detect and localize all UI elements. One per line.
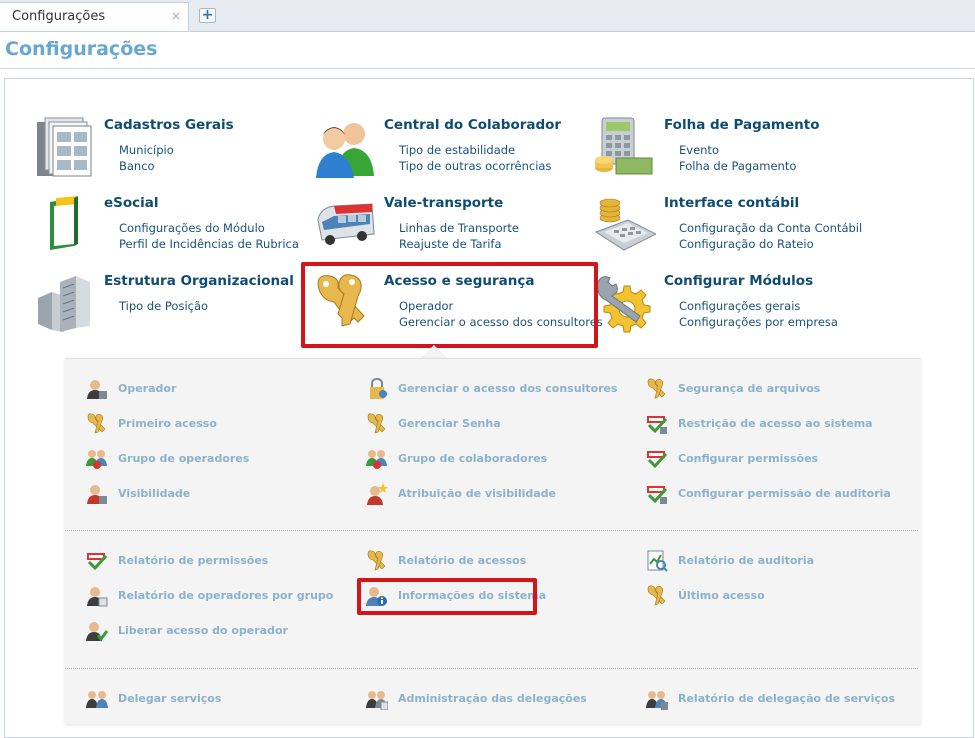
tab-configuracoes[interactable]: Configurações ×	[0, 2, 189, 31]
highlight-box-acesso	[301, 262, 598, 348]
tile-central-colaborador: Central do Colaborador Tipo de estabilid…	[314, 116, 594, 186]
tile-title[interactable]: Cadastros Gerais	[104, 117, 234, 133]
tile-link-linhas[interactable]: Linhas de Transporte	[399, 221, 519, 235]
user-star-icon	[367, 483, 388, 505]
delegate-admin-icon	[366, 691, 388, 710]
tile-title[interactable]: eSocial	[104, 195, 159, 211]
keys-icon	[87, 413, 106, 434]
tile-link-folha[interactable]: Folha de Pagamento	[679, 159, 796, 173]
keys-icon	[647, 378, 666, 399]
tile-title[interactable]: Interface contábil	[664, 195, 799, 211]
sub-item-label: Relatório de acessos	[398, 554, 527, 567]
sub-item-label: Relatório de delegação de serviços	[678, 692, 896, 705]
accounting-calculator-icon	[594, 198, 656, 251]
operator-icon	[87, 587, 108, 607]
tile-link-rateio[interactable]: Configuração do Rateio	[679, 237, 814, 251]
checklist-icon	[87, 553, 108, 571]
sub-item-label: Relatório de auditoria	[678, 554, 815, 567]
tile-link-config-empresa[interactable]: Configurações por empresa	[679, 315, 838, 329]
tile-link-perfil-incidencias[interactable]: Perfil de Incidências de Rubrica	[119, 237, 299, 251]
sub-item-label: Segurança de arquivos	[678, 382, 821, 395]
checklist-icon	[647, 416, 668, 434]
tile-cadastros-gerais: Cadastros Gerais Município Banco	[34, 116, 314, 186]
tile-configurar-modulos: Configurar Módulos Configurações gerais …	[594, 272, 874, 342]
sub-item-label: Delegar serviços	[118, 692, 222, 705]
tile-folha-pagamento: Folha de Pagamento Evento Folha de Pagam…	[594, 116, 874, 186]
sub-item-label: Administração das delegações	[398, 692, 587, 705]
sub-item-label: Último acesso	[678, 589, 765, 602]
highlight-box-informacoes	[357, 578, 537, 615]
lock-user-icon	[370, 378, 387, 399]
tile-link-conta-contabil[interactable]: Configuração da Conta Contábil	[679, 221, 862, 235]
tab-bar: Configurações × +	[0, 0, 975, 32]
audit-report-icon	[647, 550, 668, 572]
sub-item-label: Atribuição de visibilidade	[398, 487, 557, 500]
tile-link-municipio[interactable]: Município	[119, 143, 174, 157]
user-check-icon	[86, 622, 108, 642]
checklist-icon	[647, 486, 668, 504]
delegate-report-icon	[646, 691, 668, 710]
keys-icon	[367, 550, 386, 571]
tile-interface-contabil: Interface contábil Configuração da Conta…	[594, 194, 874, 264]
tile-link-banco[interactable]: Banco	[119, 159, 155, 173]
tile-link-estabilidade[interactable]: Tipo de estabilidade	[399, 143, 515, 157]
people-icon	[316, 123, 374, 178]
sub-item-label: Grupo de colaboradores	[398, 452, 548, 465]
calculator-money-icon	[595, 117, 653, 175]
wrench-gear-icon	[597, 276, 651, 333]
submenu-acesso-seguranca: Operador Gerenciar o acesso dos consulto…	[65, 358, 921, 724]
documents-icon	[37, 117, 92, 177]
tile-title[interactable]: Configurar Módulos	[664, 273, 813, 289]
tile-title[interactable]: Central do Colaborador	[384, 117, 561, 133]
bus-icon	[317, 203, 375, 245]
tile-vale-transporte: Vale-transporte Linhas de Transporte Rea…	[314, 194, 594, 264]
title-divider	[0, 68, 975, 69]
keys-icon	[367, 413, 386, 434]
sub-item-label: Primeiro acesso	[118, 417, 217, 430]
tile-link-config-gerais[interactable]: Configurações gerais	[679, 299, 800, 313]
sub-item-label: Grupo de operadores	[118, 452, 250, 465]
tile-link-ocorrencias[interactable]: Tipo de outras ocorrências	[399, 159, 551, 173]
sub-item-label: Configurar permissão de auditoria	[678, 487, 891, 500]
tile-estrutura-organizacional: Estrutura Organizacional Tipo de Posição	[34, 272, 314, 342]
submenu-divider	[65, 668, 918, 669]
sub-item-label: Restrição de acesso ao sistema	[678, 417, 873, 430]
tile-link-tipo-posicao[interactable]: Tipo de Posição	[119, 299, 208, 313]
sub-item-label: Liberar acesso do operador	[118, 624, 288, 637]
buildings-icon	[38, 276, 90, 332]
tile-title[interactable]: Vale-transporte	[384, 195, 503, 211]
tile-link-config-modulo[interactable]: Configurações do Módulo	[119, 221, 265, 235]
tab-label: Configurações	[12, 9, 106, 24]
sub-item-label: Gerenciar o acesso dos consultores	[398, 382, 618, 395]
submenu-divider	[65, 530, 918, 531]
tile-link-evento[interactable]: Evento	[679, 143, 719, 157]
tile-title[interactable]: Folha de Pagamento	[664, 117, 820, 133]
keys-icon	[647, 585, 666, 606]
submenu-caret	[421, 345, 447, 358]
group-icon	[86, 450, 107, 469]
esocial-icon	[50, 196, 78, 250]
tile-title[interactable]: Estrutura Organizacional	[104, 273, 294, 289]
sub-item-label: Relatório de permissões	[118, 554, 269, 567]
sub-item-label: Gerenciar Senha	[398, 417, 501, 430]
page-title: Configurações	[5, 38, 158, 60]
checklist-icon	[647, 451, 668, 469]
add-tab-button[interactable]: +	[199, 8, 216, 23]
group-icon	[366, 450, 387, 469]
operator-icon	[87, 380, 107, 399]
delegate-icon	[86, 691, 108, 708]
tile-link-reajuste[interactable]: Reajuste de Tarifa	[399, 237, 502, 251]
sub-item-label: Relatório de operadores por grupo	[118, 589, 334, 602]
user-red-icon	[87, 485, 107, 504]
close-icon[interactable]: ×	[171, 9, 181, 23]
sub-item-label: Configurar permissões	[678, 452, 819, 465]
sub-item-label: Operador	[118, 382, 177, 395]
tile-esocial: eSocial Configurações do Módulo Perfil d…	[34, 194, 314, 264]
sub-item-label: Visibilidade	[118, 487, 191, 500]
